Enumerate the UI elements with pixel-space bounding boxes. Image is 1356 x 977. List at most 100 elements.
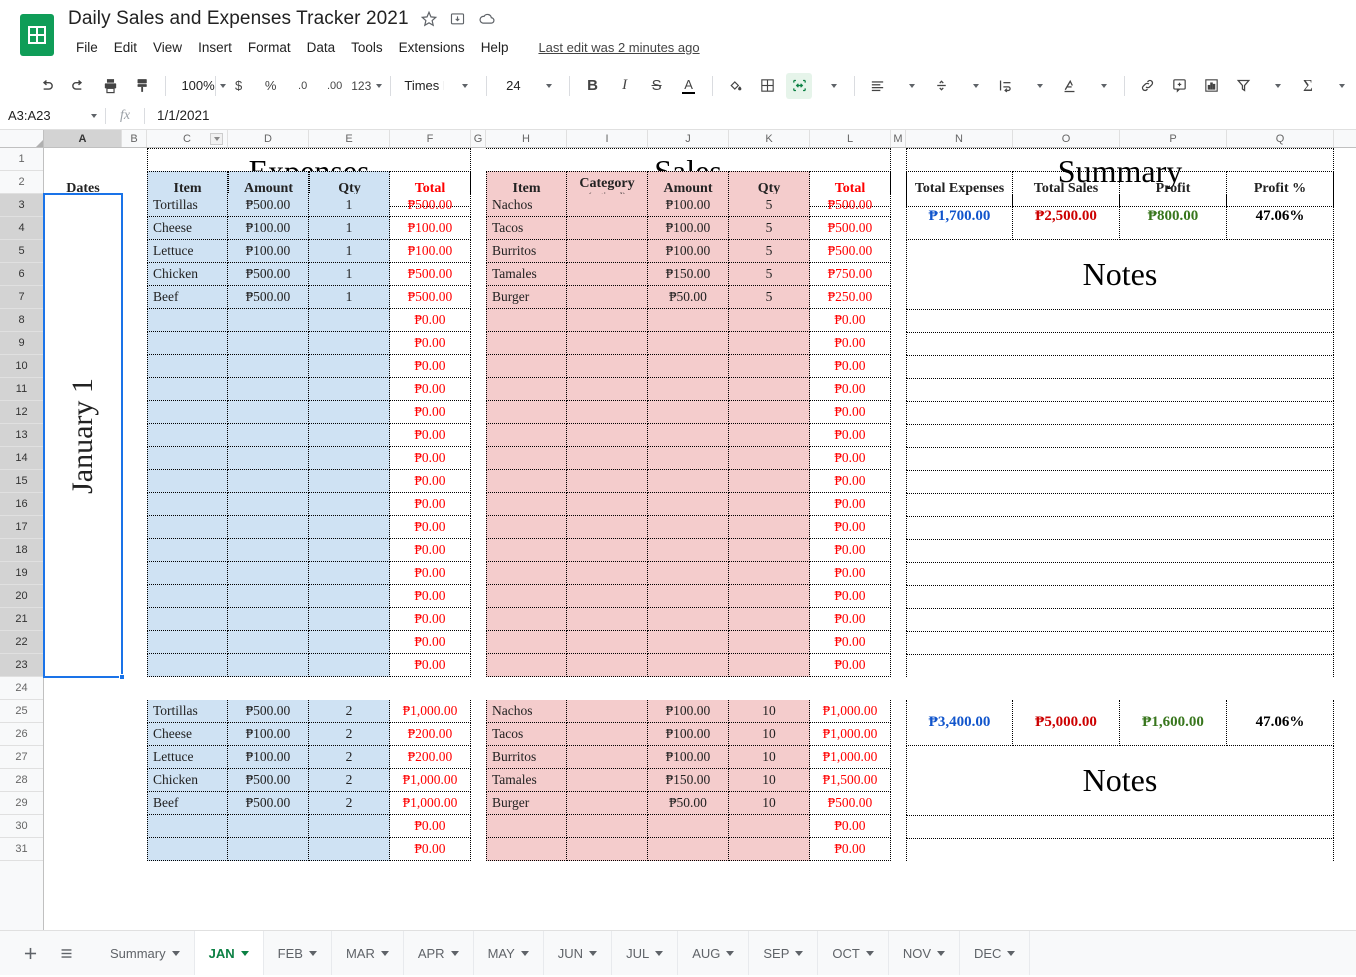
chevron-down-icon[interactable] — [795, 950, 804, 956]
sale-item[interactable] — [486, 470, 567, 493]
row-header-31[interactable]: 31 — [0, 838, 43, 861]
chevron-down-icon[interactable] — [1007, 950, 1016, 956]
sale-total[interactable]: ₱0.00 — [810, 493, 891, 516]
formula-input[interactable]: 1/1/2021 — [145, 108, 210, 123]
sale-total[interactable]: ₱0.00 — [810, 838, 891, 861]
expense-total[interactable]: ₱0.00 — [390, 838, 471, 861]
expense-qty[interactable]: 1 — [309, 217, 390, 240]
expense-item[interactable] — [147, 424, 228, 447]
expense-total[interactable]: ₱0.00 — [390, 401, 471, 424]
expense-item[interactable] — [147, 470, 228, 493]
expense-amount[interactable]: ₱500.00 — [228, 263, 309, 286]
sheet-tab-jan[interactable]: JAN — [194, 931, 264, 975]
sale-category[interactable] — [567, 585, 648, 608]
sale-total[interactable]: ₱0.00 — [810, 631, 891, 654]
chevron-down-icon[interactable] — [726, 950, 735, 956]
sale-amount[interactable] — [648, 815, 729, 838]
italic-button[interactable]: I — [612, 73, 638, 99]
column-header-f[interactable]: F — [390, 130, 471, 147]
sheet-tab-sep[interactable]: SEP — [749, 931, 819, 975]
sale-amount[interactable] — [648, 539, 729, 562]
bold-button[interactable]: B — [580, 73, 606, 99]
sale-total[interactable]: ₱0.00 — [810, 608, 891, 631]
sale-amount[interactable] — [648, 424, 729, 447]
star-icon[interactable] — [420, 10, 438, 28]
sale-category[interactable] — [567, 401, 648, 424]
summary-total-sales[interactable]: ₱2,500.00 — [1013, 194, 1120, 240]
notes-line[interactable] — [906, 447, 1334, 470]
horizontal-align-icon[interactable] — [864, 73, 890, 99]
expense-item[interactable] — [147, 493, 228, 516]
column-header-n[interactable]: N — [906, 130, 1013, 147]
row-header-18[interactable]: 18 — [0, 539, 43, 562]
sale-item[interactable]: Nachos — [486, 194, 567, 217]
summary-profit[interactable]: ₱1,600.00 — [1120, 700, 1227, 746]
expense-item[interactable] — [147, 447, 228, 470]
sale-category[interactable] — [567, 355, 648, 378]
notes-line[interactable] — [906, 516, 1334, 539]
sale-item[interactable] — [486, 585, 567, 608]
expense-amount[interactable]: ₱500.00 — [228, 769, 309, 792]
sale-total[interactable]: ₱0.00 — [810, 447, 891, 470]
sheet-tab-may[interactable]: MAY — [473, 931, 544, 975]
sale-category[interactable] — [567, 746, 648, 769]
sale-total[interactable]: ₱0.00 — [810, 585, 891, 608]
column-header-k[interactable]: K — [729, 130, 810, 147]
row-header-14[interactable]: 14 — [0, 447, 43, 470]
expense-amount[interactable] — [228, 355, 309, 378]
sale-amount[interactable] — [648, 585, 729, 608]
font-family-selector[interactable]: Times New… — [400, 73, 443, 99]
sale-category[interactable] — [567, 516, 648, 539]
expense-item[interactable] — [147, 815, 228, 838]
expense-item[interactable] — [147, 516, 228, 539]
document-title[interactable]: Daily Sales and Expenses Tracker 2021 — [68, 8, 409, 30]
percent-format-button[interactable]: % — [258, 73, 284, 99]
redo-icon[interactable] — [65, 73, 91, 99]
expense-total[interactable]: ₱0.00 — [390, 493, 471, 516]
sale-item[interactable] — [486, 447, 567, 470]
row-header-28[interactable]: 28 — [0, 769, 43, 792]
sale-amount[interactable]: ₱150.00 — [648, 769, 729, 792]
sale-total[interactable]: ₱0.00 — [810, 378, 891, 401]
expense-item[interactable]: Lettuce — [147, 240, 228, 263]
expense-total[interactable]: ₱0.00 — [390, 447, 471, 470]
sale-qty[interactable]: 10 — [729, 792, 810, 815]
expense-qty[interactable] — [309, 654, 390, 677]
sale-amount[interactable] — [648, 309, 729, 332]
sale-item[interactable]: Tamales — [486, 769, 567, 792]
expense-total[interactable]: ₱0.00 — [390, 470, 471, 493]
sale-category[interactable] — [567, 815, 648, 838]
sale-amount[interactable] — [648, 401, 729, 424]
expense-item[interactable]: Cheese — [147, 723, 228, 746]
expense-amount[interactable] — [228, 838, 309, 861]
expense-item[interactable] — [147, 838, 228, 861]
column-header-c[interactable]: C — [147, 130, 228, 147]
expense-qty[interactable] — [309, 447, 390, 470]
expense-qty[interactable]: 2 — [309, 792, 390, 815]
fill-color-icon[interactable] — [722, 73, 748, 99]
notes-line[interactable] — [906, 539, 1334, 562]
sale-category[interactable] — [567, 217, 648, 240]
sale-category[interactable] — [567, 631, 648, 654]
menu-extensions[interactable]: Extensions — [391, 38, 473, 57]
horizontal-align-caret[interactable] — [896, 73, 922, 99]
sale-total[interactable]: ₱0.00 — [810, 401, 891, 424]
sale-amount[interactable]: ₱100.00 — [648, 217, 729, 240]
expense-amount[interactable] — [228, 631, 309, 654]
expense-amount[interactable] — [228, 424, 309, 447]
sale-item[interactable] — [486, 608, 567, 631]
sale-category[interactable] — [567, 263, 648, 286]
row-header-8[interactable]: 8 — [0, 309, 43, 332]
sale-amount[interactable] — [648, 516, 729, 539]
expense-qty[interactable]: 2 — [309, 769, 390, 792]
sale-qty[interactable] — [729, 401, 810, 424]
sheet-tab-feb[interactable]: FEB — [263, 931, 332, 975]
expense-item[interactable]: Beef — [147, 792, 228, 815]
expense-item[interactable] — [147, 332, 228, 355]
sale-category[interactable] — [567, 654, 648, 677]
expense-qty[interactable] — [309, 608, 390, 631]
summary-profit-pct[interactable]: 47.06% — [1227, 700, 1334, 746]
expense-total[interactable]: ₱0.00 — [390, 562, 471, 585]
sale-category[interactable] — [567, 378, 648, 401]
sale-category[interactable] — [567, 792, 648, 815]
